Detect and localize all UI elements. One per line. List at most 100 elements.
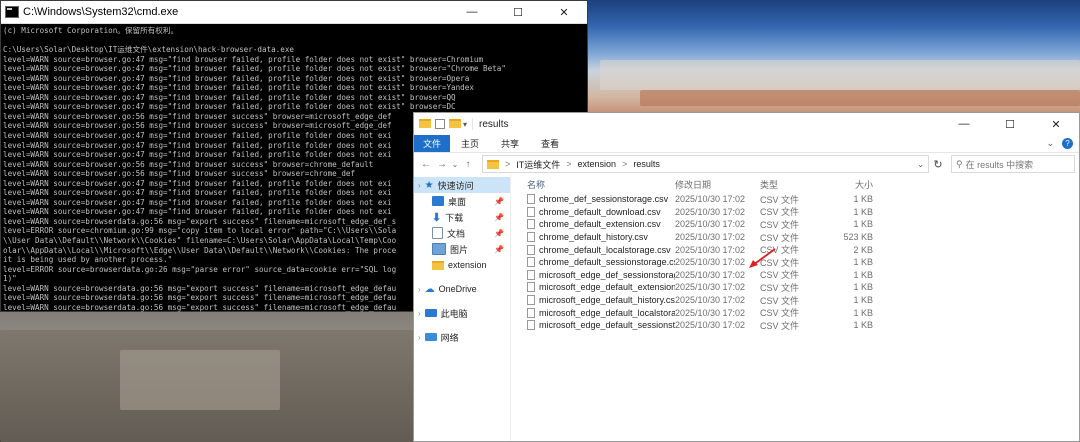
- file-icon: [527, 232, 535, 243]
- file-row[interactable]: chrome_default_history.csv 2025/10/30 17:…: [511, 231, 1079, 244]
- breadcrumb-results[interactable]: results: [633, 159, 660, 169]
- new-folder-icon[interactable]: [449, 119, 461, 129]
- nav-onedrive[interactable]: › ☁ OneDrive: [414, 281, 510, 297]
- explorer-titlebar[interactable]: ▾ results — ☐ ✕: [414, 113, 1079, 135]
- file-name-cell: microsoft_edge_default_localstora...: [511, 307, 675, 318]
- nav-network[interactable]: › 网络: [414, 329, 510, 345]
- tab-home[interactable]: 主页: [450, 135, 490, 152]
- maximize-button[interactable]: ☐: [495, 1, 541, 23]
- ribbon-tabs: 文件 主页 共享 查看 ⌄ ?: [414, 135, 1079, 152]
- file-date: 2025/10/30 17:02: [675, 194, 746, 205]
- tab-view[interactable]: 查看: [530, 135, 570, 152]
- nav-label: extension: [448, 260, 487, 270]
- file-row[interactable]: microsoft_edge_default_history.csv 2025/1…: [511, 294, 1079, 307]
- explorer-window[interactable]: ▾ results — ☐ ✕ 文件 主页 共享 查看 ⌄ ? ← → ⌄ ↑ …: [413, 112, 1080, 442]
- file-name-cell: chrome_default_download.csv: [511, 206, 675, 217]
- file-icon: [527, 269, 535, 280]
- pin-icon: 📌: [494, 196, 504, 206]
- tab-share[interactable]: 共享: [490, 135, 530, 152]
- search-input[interactable]: ⚲ 在 results 中搜索: [951, 155, 1075, 173]
- file-name: microsoft_edge_default_extension...: [539, 282, 675, 293]
- file-date: 2025/10/30 17:02: [675, 219, 746, 230]
- properties-icon[interactable]: [435, 119, 445, 129]
- breadcrumb-it[interactable]: IT运维文件: [516, 158, 560, 171]
- address-row: ← → ⌄ ↑ > IT运维文件 > extension > results ⌄…: [414, 152, 1079, 175]
- nav-documents[interactable]: 文档 📌: [414, 225, 510, 241]
- file-name-cell: microsoft_edge_default_history.csv: [511, 295, 675, 306]
- file-row[interactable]: chrome_def_sessionstorage.csv 2025/10/30 …: [511, 193, 1079, 206]
- file-size: 1 KB: [853, 257, 873, 268]
- file-name-cell: microsoft_edge_default_sessionsto...: [511, 320, 675, 331]
- file-type: CSV 文件: [760, 219, 800, 230]
- nav-extension[interactable]: extension: [414, 257, 510, 273]
- console-line: level=WARN source=browser.go:47 msg="fin…: [3, 102, 456, 112]
- minimize-button[interactable]: —: [941, 113, 987, 135]
- network-icon: [424, 333, 437, 341]
- address-bar[interactable]: > IT运维文件 > extension > results ⌄: [482, 155, 929, 173]
- refresh-icon[interactable]: ↻: [929, 158, 947, 171]
- customize-qa-icon[interactable]: ▾: [463, 120, 467, 129]
- file-row[interactable]: microsoft_edge_def_sessionstorag... 2025/…: [511, 269, 1079, 282]
- download-icon: ⬇: [432, 211, 442, 224]
- nav-label: 桌面: [448, 196, 467, 207]
- address-dropdown-icon[interactable]: ⌄: [917, 160, 928, 169]
- explorer-title: results: [479, 118, 509, 130]
- col-name[interactable]: 名称: [511, 178, 675, 191]
- back-icon[interactable]: ←: [418, 159, 434, 170]
- file-icon: [527, 219, 535, 230]
- navigation-pane: › ★ 快速访问 桌面 📌 ⬇ 下载 📌 文档 📌 图片 📌 extension…: [414, 175, 511, 441]
- file-icon: [527, 194, 535, 205]
- file-row[interactable]: microsoft_edge_default_localstora... 2025…: [511, 306, 1079, 319]
- close-button[interactable]: ✕: [541, 1, 587, 23]
- file-date: 2025/10/30 17:02: [675, 282, 746, 293]
- col-date[interactable]: 修改日期: [675, 178, 760, 191]
- file-name: microsoft_edge_def_sessionstorag...: [539, 269, 675, 280]
- recent-locations-icon[interactable]: ⌄: [450, 160, 460, 169]
- file-date: 2025/10/30 17:02: [675, 206, 746, 217]
- nav-desktop[interactable]: 桌面 📌: [414, 193, 510, 209]
- tab-file[interactable]: 文件: [414, 135, 451, 152]
- nav-label: 网络: [440, 332, 459, 343]
- file-row[interactable]: microsoft_edge_default_extension... 2025/…: [511, 281, 1079, 294]
- search-placeholder: 在 results 中搜索: [965, 159, 1034, 170]
- file-row[interactable]: chrome_default_localstorage.csv 2025/10/3…: [511, 243, 1079, 256]
- file-type: CSV 文件: [760, 194, 800, 205]
- file-size: 1 KB: [853, 269, 873, 280]
- minimize-button[interactable]: —: [449, 1, 495, 23]
- col-size[interactable]: 大小: [835, 178, 873, 191]
- up-icon[interactable]: ↑: [460, 159, 476, 170]
- file-size: 1 KB: [853, 206, 873, 217]
- file-row[interactable]: chrome_default_extension.csv 2025/10/30 1…: [511, 218, 1079, 231]
- expand-ribbon-icon[interactable]: ⌄: [1046, 138, 1054, 149]
- expand-icon[interactable]: ›: [418, 181, 421, 190]
- breadcrumb-extension[interactable]: extension: [578, 159, 617, 169]
- file-name-cell: chrome_def_sessionstorage.csv: [511, 194, 675, 205]
- expand-icon[interactable]: ›: [418, 285, 421, 294]
- forward-icon[interactable]: →: [434, 159, 450, 170]
- help-icon[interactable]: ?: [1062, 138, 1073, 149]
- nav-quick-access[interactable]: › ★ 快速访问: [414, 177, 510, 193]
- file-row[interactable]: chrome_default_download.csv 2025/10/30 17…: [511, 206, 1079, 219]
- breadcrumb-sep: >: [622, 159, 628, 169]
- file-size: 1 KB: [853, 282, 873, 293]
- nav-pictures[interactable]: 图片 📌: [414, 241, 510, 257]
- file-list[interactable]: 名称 修改日期 类型 大小 chrome_def_sessionstorage.…: [511, 175, 1079, 441]
- breadcrumb-sep: >: [505, 159, 511, 169]
- nav-label: 文档: [447, 228, 466, 239]
- file-row[interactable]: chrome_default_sessionstorage.csv 2025/10…: [511, 256, 1079, 269]
- nav-this-pc[interactable]: › 此电脑: [414, 305, 510, 321]
- maximize-button[interactable]: ☐: [987, 113, 1033, 135]
- col-type[interactable]: 类型: [760, 178, 835, 191]
- file-row[interactable]: microsoft_edge_default_sessionsto... 2025…: [511, 319, 1079, 332]
- expand-icon[interactable]: ›: [418, 333, 421, 342]
- nav-label: 此电脑: [440, 308, 468, 319]
- file-icon: [527, 257, 535, 268]
- nav-downloads[interactable]: ⬇ 下载 📌: [414, 209, 510, 225]
- file-name: microsoft_edge_default_sessionsto...: [539, 320, 675, 331]
- file-icon: [527, 320, 535, 331]
- file-icon: [527, 244, 535, 255]
- expand-icon[interactable]: ›: [418, 309, 421, 318]
- close-button[interactable]: ✕: [1033, 113, 1079, 135]
- desktop-icon: [432, 196, 444, 206]
- cmd-titlebar[interactable]: C:\Windows\System32\cmd.exe — ☐ ✕: [1, 1, 587, 24]
